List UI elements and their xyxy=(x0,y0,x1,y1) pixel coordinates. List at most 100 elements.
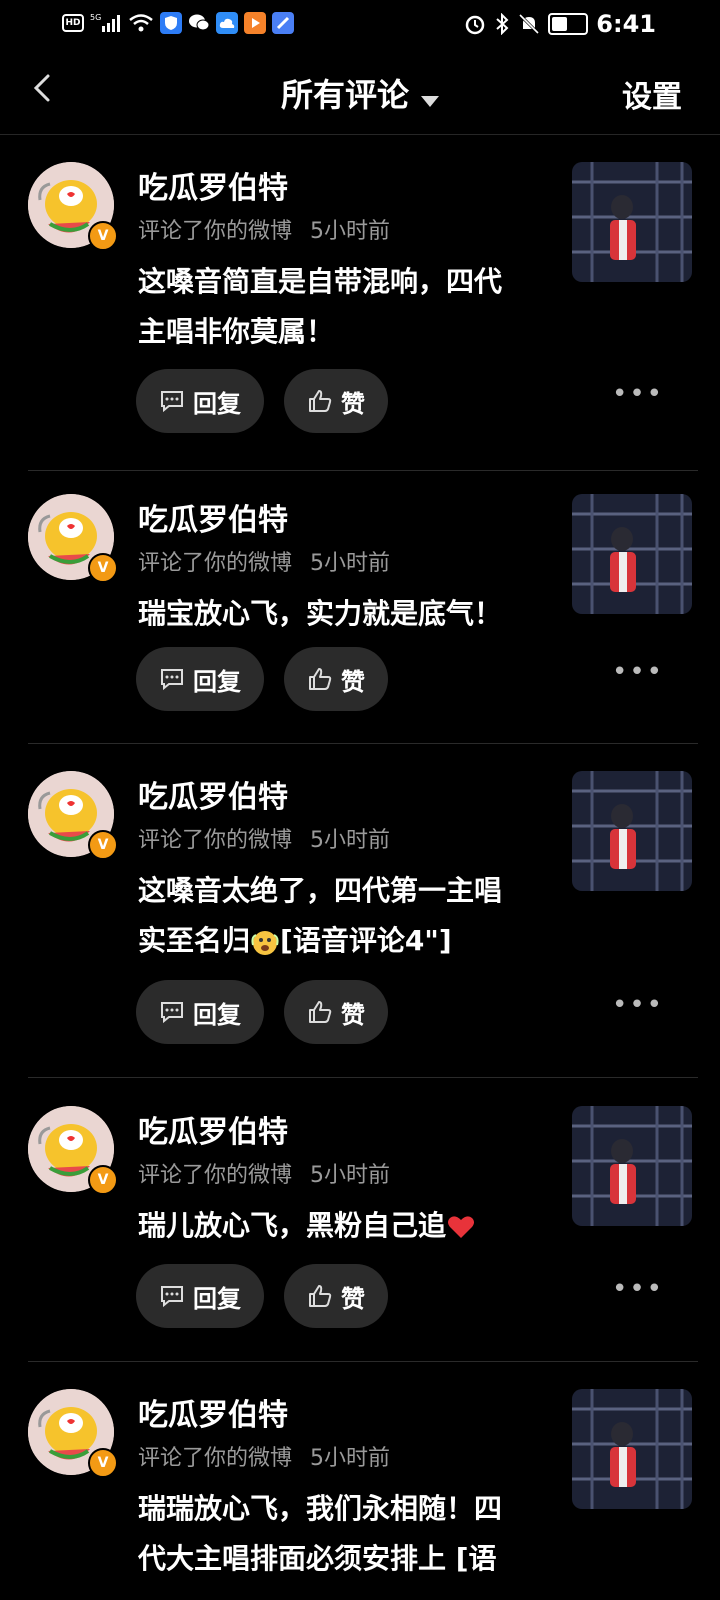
reply-label: 回复 xyxy=(193,389,241,418)
battery-fill xyxy=(552,17,568,31)
reply-label: 回复 xyxy=(193,667,241,696)
shield-app-icon xyxy=(160,12,182,34)
verified-badge: V xyxy=(88,553,118,583)
comment-list: V 吃瓜罗伯特 评论了你的微博 5小时前 这嗓音简直是自带混响，四代主唱非你莫属！ xyxy=(0,135,720,1600)
like-label: 赞 xyxy=(341,389,365,418)
comment-text: 瑞儿放心飞，黑粉自己追 xyxy=(138,1201,528,1251)
caret-down-icon xyxy=(421,96,439,107)
comment-meta: 评论了你的微博 5小时前 xyxy=(138,1440,390,1472)
reply-button[interactable]: 回复 xyxy=(136,647,264,711)
user-name[interactable]: 吃瓜罗伯特 xyxy=(138,1390,288,1434)
verified-badge: V xyxy=(88,830,118,860)
like-label: 赞 xyxy=(341,1000,365,1029)
status-bar-right: 6:41 xyxy=(464,10,656,38)
comment-actions: 回复 赞 xyxy=(136,647,388,711)
verified-badge: V xyxy=(88,1165,118,1195)
comment-meta: 评论了你的微博 5小时前 xyxy=(138,822,390,854)
cloud-app-icon xyxy=(216,12,238,34)
verified-badge: V xyxy=(88,221,118,251)
mute-icon xyxy=(519,13,540,35)
comment-text: 瑞宝放心飞，实力就是底气！ xyxy=(138,597,503,630)
battery-icon xyxy=(548,13,589,35)
bluetooth-icon xyxy=(496,13,509,35)
post-thumbnail[interactable] xyxy=(572,771,692,891)
comment-bubble-icon xyxy=(161,1286,183,1308)
5g-signal-icon: 5G xyxy=(90,13,120,32)
comment-meta: 评论了你的微博 5小时前 xyxy=(138,213,390,245)
comment-time: 5小时前 xyxy=(310,1446,391,1471)
comment-action: 评论了你的微博 xyxy=(138,828,293,853)
post-thumbnail[interactable] xyxy=(572,162,692,282)
reply-label: 回复 xyxy=(193,1284,241,1313)
more-options-icon[interactable]: ••• xyxy=(612,990,664,1020)
page-title: 所有评论 xyxy=(280,76,409,114)
user-name[interactable]: 吃瓜罗伯特 xyxy=(138,772,288,816)
comment-text: 这嗓音简直是自带混响，四代主唱非你莫属！ xyxy=(138,265,503,348)
comment-actions: 回复 赞 xyxy=(136,980,388,1044)
reply-button[interactable]: 回复 xyxy=(136,980,264,1044)
comment-item[interactable]: V 吃瓜罗伯特 评论了你的微博 5小时前 这嗓音简直是自带混响，四代主唱非你莫属！ xyxy=(0,135,720,471)
thumbs-up-icon xyxy=(309,390,332,412)
shocked-face-emoji-icon xyxy=(251,931,279,955)
more-options-icon[interactable]: ••• xyxy=(612,379,664,409)
comment-item[interactable]: V 吃瓜罗伯特 评论了你的微博 5小时前 瑞瑞放心飞，我们永相随！四代大主唱排面必… xyxy=(0,1360,720,1600)
post-thumbnail[interactable] xyxy=(572,1106,692,1226)
reply-button[interactable]: 回复 xyxy=(136,369,264,433)
alarm-icon xyxy=(466,15,485,35)
comment-item[interactable]: V 吃瓜罗伯特 评论了你的微博 5小时前 瑞宝放心飞，实力就是底气！ 回复 赞 … xyxy=(0,461,720,744)
comment-text: 瑞瑞放心飞，我们永相随！四代大主唱排面必须安排上 [语 xyxy=(138,1492,503,1575)
browser-app-icon xyxy=(272,12,294,34)
user-name[interactable]: 吃瓜罗伯特 xyxy=(138,163,288,207)
video-app-icon xyxy=(244,12,266,34)
comment-action: 评论了你的微博 xyxy=(138,1163,293,1188)
post-thumbnail[interactable] xyxy=(572,494,692,614)
comment-text-main: 瑞儿放心飞，黑粉自己追 xyxy=(138,1209,447,1242)
top-nav-bar: 所有评论 设置 xyxy=(0,60,720,130)
reply-label: 回复 xyxy=(193,1000,241,1029)
comment-actions: 回复 赞 xyxy=(136,1264,388,1328)
post-thumbnail[interactable] xyxy=(572,1389,692,1509)
comment-item[interactable]: V 吃瓜罗伯特 评论了你的微博 5小时前 这嗓音太绝了，四代第一主唱实至名归 [语… xyxy=(0,744,720,1078)
like-label: 赞 xyxy=(341,1284,365,1313)
red-heart-icon xyxy=(448,1216,475,1238)
wechat-icon xyxy=(188,12,210,34)
user-name[interactable]: 吃瓜罗伯特 xyxy=(138,1107,288,1151)
comment-bubble-icon xyxy=(161,1002,183,1024)
comment-meta: 评论了你的微博 5小时前 xyxy=(138,545,390,577)
comment-bubble-icon xyxy=(161,669,183,691)
comment-bubble-icon xyxy=(161,391,183,413)
comment-time: 5小时前 xyxy=(310,828,391,853)
hd-icon: HD xyxy=(62,14,84,32)
comment-action: 评论了你的微博 xyxy=(138,219,293,244)
like-button[interactable]: 赞 xyxy=(284,980,388,1044)
comment-text: 这嗓音太绝了，四代第一主唱实至名归 [语音评论4"] xyxy=(138,866,528,966)
like-label: 赞 xyxy=(341,667,365,696)
comment-actions: 回复 赞 xyxy=(136,369,388,433)
comment-time: 5小时前 xyxy=(310,1163,391,1188)
thumbs-up-icon xyxy=(309,1285,332,1307)
verified-badge: V xyxy=(88,1448,118,1478)
like-button[interactable]: 赞 xyxy=(284,1264,388,1328)
title-dropdown[interactable]: 所有评论 xyxy=(0,70,720,116)
status-bar-left: HD 5G xyxy=(62,12,294,34)
thumbs-up-icon xyxy=(309,1001,332,1023)
like-button[interactable]: 赞 xyxy=(284,369,388,433)
user-name[interactable]: 吃瓜罗伯特 xyxy=(138,495,288,539)
wifi-icon xyxy=(129,14,153,32)
svg-text:5G: 5G xyxy=(90,13,101,22)
status-time: 6:41 xyxy=(596,10,656,38)
comment-meta: 评论了你的微博 5小时前 xyxy=(138,1157,390,1189)
voice-comment-tag[interactable]: [语音评论4"] xyxy=(280,924,452,957)
more-options-icon[interactable]: ••• xyxy=(612,657,664,687)
like-button[interactable]: 赞 xyxy=(284,647,388,711)
settings-button[interactable]: 设置 xyxy=(622,72,682,116)
thumbs-up-icon xyxy=(309,668,332,690)
comment-item[interactable]: V 吃瓜罗伯特 评论了你的微博 5小时前 瑞儿放心飞，黑粉自己追 回复 赞 ••… xyxy=(0,1078,720,1362)
comment-time: 5小时前 xyxy=(310,219,391,244)
more-options-icon[interactable]: ••• xyxy=(612,1274,664,1304)
comment-time: 5小时前 xyxy=(310,551,391,576)
comment-action: 评论了你的微博 xyxy=(138,551,293,576)
comment-action: 评论了你的微博 xyxy=(138,1446,293,1471)
reply-button[interactable]: 回复 xyxy=(136,1264,264,1328)
status-bar: HD 5G 6:41 xyxy=(0,0,720,48)
